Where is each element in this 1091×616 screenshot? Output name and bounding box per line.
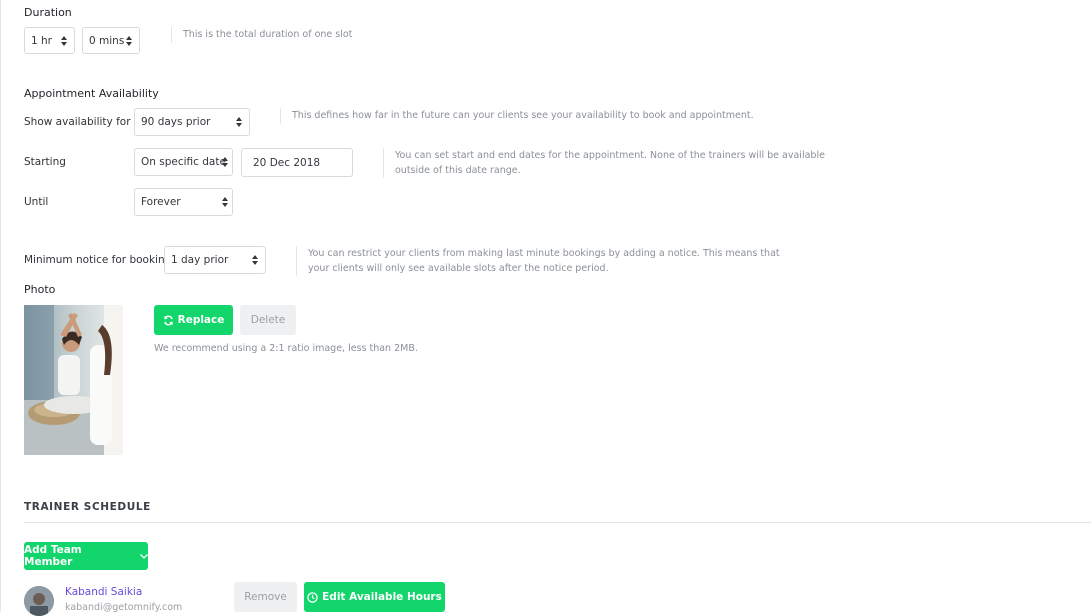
select-arrows-icon xyxy=(126,35,132,46)
notice-value: 1 day prior xyxy=(171,254,229,266)
trainer-name-link[interactable]: Kabandi Saikia xyxy=(65,586,142,598)
edit-available-hours-button[interactable]: Edit Available Hours xyxy=(304,582,445,612)
show-availability-hint: This defines how far in the future can y… xyxy=(280,108,754,124)
until-value: Forever xyxy=(141,196,181,208)
start-date-value: 20 Dec 2018 xyxy=(253,156,321,169)
duration-title: Duration xyxy=(24,6,72,19)
remove-label: Remove xyxy=(244,591,287,603)
notice-hint-line1: You can restrict your clients from makin… xyxy=(308,248,780,259)
add-team-member-button[interactable]: Add Team Member xyxy=(24,542,148,570)
edit-available-hours-label: Edit Available Hours xyxy=(322,591,442,603)
starting-select[interactable]: On specific date xyxy=(134,148,233,176)
photo-title: Photo xyxy=(24,283,56,296)
until-select[interactable]: Forever xyxy=(134,188,233,216)
add-team-member-label: Add Team Member xyxy=(24,544,82,568)
starting-label: Starting xyxy=(24,156,66,168)
starting-hint: You can set start and end dates for the … xyxy=(383,148,825,178)
starting-value: On specific date xyxy=(141,156,226,168)
refresh-icon xyxy=(163,315,174,326)
until-label: Until xyxy=(24,196,49,208)
replace-photo-button[interactable]: Replace xyxy=(154,305,233,335)
show-availability-value: 90 days prior xyxy=(141,116,211,128)
availability-title: Appointment Availability xyxy=(24,87,159,100)
remove-trainer-button[interactable]: Remove xyxy=(234,582,297,612)
select-arrows-icon xyxy=(236,117,242,127)
notice-label: Minimum notice for booking xyxy=(24,254,172,266)
duration-hours-select[interactable]: 1 hr xyxy=(24,27,75,54)
select-arrows-icon xyxy=(222,157,228,167)
delete-label: Delete xyxy=(250,314,286,326)
notice-hint: You can restrict your clients from makin… xyxy=(296,246,780,276)
starting-hint-line1: You can set start and end dates for the … xyxy=(395,150,825,161)
duration-hint: This is the total duration of one slot xyxy=(171,27,352,43)
delete-photo-button[interactable]: Delete xyxy=(240,305,296,335)
chevron-down-icon xyxy=(140,553,148,559)
duration-minutes-select[interactable]: 0 mins xyxy=(82,27,140,54)
show-availability-label: Show availability for xyxy=(24,116,131,128)
select-arrows-icon xyxy=(252,255,258,265)
notice-select[interactable]: 1 day prior xyxy=(164,246,266,274)
clock-icon xyxy=(307,591,318,603)
duration-hours-value: 1 hr xyxy=(31,34,52,47)
left-border xyxy=(0,0,1,612)
start-date-input[interactable]: 20 Dec 2018 xyxy=(241,148,353,177)
show-availability-select[interactable]: 90 days prior xyxy=(134,108,250,136)
section-divider xyxy=(24,522,1091,523)
photo-recommendation: We recommend using a 2:1 ratio image, le… xyxy=(154,343,418,354)
starting-hint-line2: outside of this date range. xyxy=(395,165,521,176)
replace-label: Replace xyxy=(177,314,225,326)
notice-hint-line2: your clients will only see available slo… xyxy=(308,263,609,274)
select-arrows-icon xyxy=(222,197,228,207)
trainer-email: kabandi@getomnify.com xyxy=(65,602,183,613)
select-arrows-icon xyxy=(61,35,67,46)
duration-minutes-value: 0 mins xyxy=(89,34,125,47)
trainer-photo xyxy=(24,305,123,455)
trainer-schedule-title: TRAINER SCHEDULE xyxy=(24,501,151,513)
